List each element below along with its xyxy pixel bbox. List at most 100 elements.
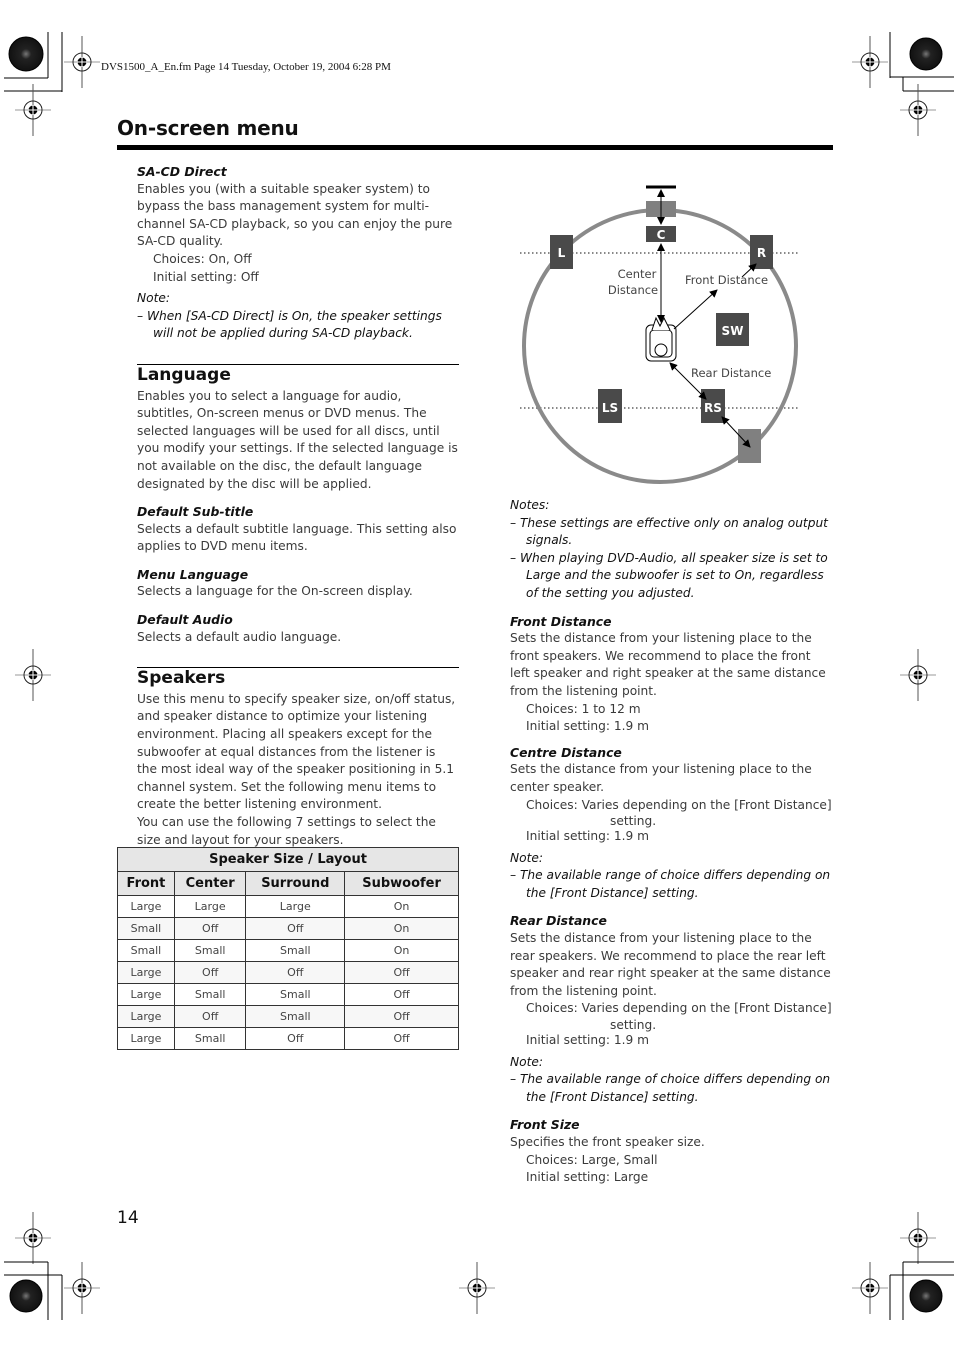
table-cell: Small [117,939,175,962]
speaker-layout-table-wrapper: Speaker Size / Layout Front Center Surro… [117,847,459,1050]
table-cell: Large [117,1027,175,1050]
centre-distance-title: Centre Distance [510,744,622,760]
centre-distance-choices: Choices: Varies depending on the [Front … [526,797,832,812]
table-cell: Large [117,961,175,984]
center-distance-label: Center [618,267,657,281]
note-item: – These settings are effective only on a… [510,515,828,548]
front-distance-choices: Choices: 1 to 12 m [526,701,641,716]
front-distance-body: Sets the distance from your listening pl… [510,631,826,698]
table-cell: Large [117,1005,175,1028]
language-body: Enables you to select a language for aud… [137,388,458,491]
starburst-mark-bottom-right [909,1279,943,1313]
front-distance-arrow-in [673,289,718,330]
registration-mark [63,35,101,89]
default-audio-body: Selects a default audio language. [137,629,342,644]
menu-language-title: Menu Language [137,566,249,582]
sacd-direct-body: Enables you (with a suitable speaker sys… [137,181,453,249]
centre-distance-section: Centre Distance Sets the distance from y… [510,744,834,903]
table-cell: Large [117,895,175,918]
table-cell: Off [344,961,459,984]
speaker-layout-table: Speaker Size / Layout Front Center Surro… [117,847,459,1050]
rear-distance-body: Sets the distance from your listening pl… [510,931,831,998]
table-cell: Small [117,917,175,940]
speaker-label: L [558,246,566,260]
title-rule [117,145,833,150]
table-cell: Small [245,1005,346,1028]
table-cell: Large [245,895,346,918]
sacd-direct-initial: Initial setting: Off [153,269,259,284]
column-header: Subwoofer [344,871,459,896]
speakers-heading: Speakers [137,667,459,688]
left-column: SA-CD Direct Enables you (with a suitabl… [137,163,459,849]
speaker-RS: RS [701,389,725,423]
table-cell: Small [245,939,346,962]
speaker-SW: SW [716,313,749,346]
center-distance-label: Distance [608,283,658,297]
sacd-direct-section: SA-CD Direct Enables you (with a suitabl… [137,163,459,343]
default-audio-title: Default Audio [137,612,233,628]
registration-mark [899,1211,937,1265]
front-size-section: Front Size Specifies the front speaker s… [510,1116,834,1186]
language-section: Language Enables you to select a languag… [137,363,459,646]
table-row: Large Off Off Off [117,961,459,984]
front-size-choices: Choices: Large, Small [526,1152,658,1167]
column-header: Front [117,871,175,896]
table-cell: Small [173,939,247,962]
note-item: – When playing DVD-Audio, all speaker si… [510,550,828,600]
registration-mark [63,1261,101,1315]
centre-distance-initial: Initial setting: 1.9 m [526,829,649,844]
notes-label: Notes: [510,498,550,512]
table-cell: Large [173,895,247,918]
front-size-body: Specifies the front speaker size. [510,1135,705,1149]
table-cell: On [344,917,459,940]
table-cell: On [344,895,459,918]
speaker-label: R [757,246,766,260]
speaker-LS: LS [598,389,622,423]
registration-mark [851,1261,889,1315]
table-cell: Off [173,1005,247,1028]
table-cell: Off [245,1027,346,1050]
table-cell: Small [173,983,247,1006]
centre-distance-body: Sets the distance from your listening pl… [510,762,812,794]
table-row: Small Off Off On [117,917,459,940]
front-distance-label: Front Distance [685,273,768,287]
right-column: Notes: – These settings are effective on… [510,497,834,1187]
table-cell: Small [245,983,346,1006]
registration-mark [14,1211,52,1265]
centre-note: – The available range of choice differs … [510,868,831,900]
speaker-label: RS [704,401,722,415]
table-row: Large Small Small Off [117,983,459,1006]
registration-mark [899,648,937,702]
front-distance-initial: Initial setting: 1.9 m [526,719,649,734]
rear-distance-section: Rear Distance Sets the distance from you… [510,912,834,1106]
starburst-mark-top-right [909,37,943,71]
registration-mark [851,35,889,89]
table-cell: Off [245,961,346,984]
registration-mark [14,83,52,137]
centre-note-label: Note: [510,850,543,865]
table-row: Large Small Off Off [117,1027,459,1050]
registration-mark [458,1261,496,1315]
page-title: On-screen menu [117,116,299,140]
sacd-note: – When [SA-CD Direct] is On, the speaker… [137,308,442,341]
default-subtitle-title: Default Sub-title [137,504,254,520]
table-cell: On [344,939,459,962]
column-header: Surround [245,871,346,896]
print-header: DVS1500_A_En.fm Page 14 Tuesday, October… [101,61,391,73]
front-distance-section: Front Distance Sets the distance from yo… [510,613,834,736]
listener-icon [645,316,677,362]
table-cell: Large [117,983,175,1006]
centre-distance-choices-cont: setting. [610,814,657,829]
rear-distance-title: Rear Distance [510,913,607,929]
table-row: Large Large Large On [117,895,459,918]
table-title: Speaker Size / Layout [117,847,459,872]
speaker-L: L [550,235,573,269]
starburst-mark-bottom-left [9,1279,43,1313]
speakers-section: Speakers Use this menu to specify speake… [137,667,459,849]
sacd-direct-choices: Choices: On, Off [153,251,252,266]
language-heading: Language [137,363,459,385]
speaker-label: SW [722,324,744,338]
table-cell: Off [344,983,459,1006]
table-cell: Off [173,961,247,984]
default-subtitle-body: Selects a default subtitle language. Thi… [137,521,457,554]
